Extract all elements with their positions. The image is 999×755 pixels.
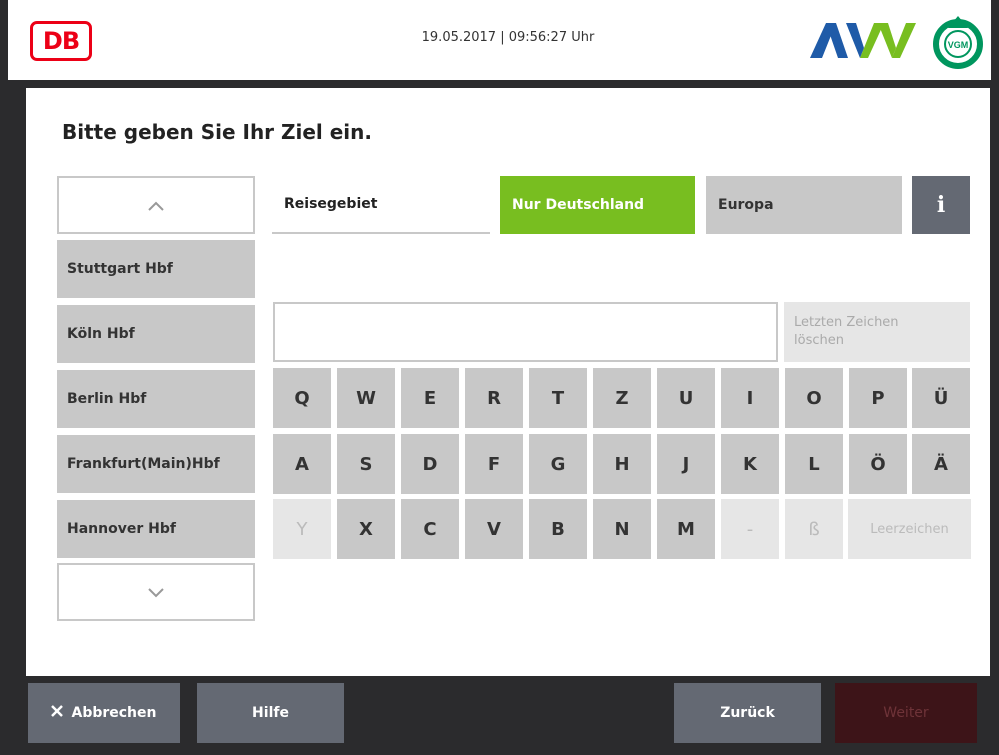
- key-e[interactable]: E: [401, 368, 459, 428]
- key-m[interactable]: M: [657, 499, 715, 559]
- chevron-down-icon: [147, 582, 165, 603]
- key-sz: ß: [785, 499, 843, 559]
- info-icon: i: [936, 192, 946, 218]
- destination-item[interactable]: Stuttgart Hbf: [57, 240, 255, 298]
- key-i[interactable]: I: [721, 368, 779, 428]
- vgm-logo-text: VGM: [948, 40, 969, 50]
- delete-label-line2: löschen: [794, 333, 844, 348]
- key-o[interactable]: O: [785, 368, 843, 428]
- db-logo: DB: [30, 21, 92, 61]
- key-h[interactable]: H: [593, 434, 651, 494]
- destination-item[interactable]: Köln Hbf: [57, 305, 255, 363]
- key-hyphen: -: [721, 499, 779, 559]
- header-separator: [8, 80, 991, 87]
- chevron-up-icon: [147, 195, 165, 216]
- key-j[interactable]: J: [657, 434, 715, 494]
- key-ue[interactable]: Ü: [912, 368, 970, 428]
- key-z[interactable]: Z: [593, 368, 651, 428]
- destination-search-input[interactable]: [273, 302, 778, 362]
- key-t[interactable]: T: [529, 368, 587, 428]
- key-g[interactable]: G: [529, 434, 587, 494]
- destination-item[interactable]: Hannover Hbf: [57, 500, 255, 558]
- key-a[interactable]: A: [273, 434, 331, 494]
- cancel-label: Abbrechen: [71, 705, 157, 721]
- key-s[interactable]: S: [337, 434, 395, 494]
- header-bar: DB 19.05.2017 | 09:56:27 Uhr VGM: [8, 0, 991, 80]
- help-button[interactable]: Hilfe: [197, 683, 344, 743]
- delete-last-char-button[interactable]: Letzten Zeichen löschen: [784, 302, 970, 362]
- key-d[interactable]: D: [401, 434, 459, 494]
- key-u[interactable]: U: [657, 368, 715, 428]
- key-l[interactable]: L: [785, 434, 843, 494]
- key-b[interactable]: B: [529, 499, 587, 559]
- key-q[interactable]: Q: [273, 368, 331, 428]
- key-f[interactable]: F: [465, 434, 523, 494]
- region-germany-button[interactable]: Nur Deutschland: [500, 176, 695, 234]
- destination-item[interactable]: Frankfurt(Main)Hbf: [57, 435, 255, 493]
- back-button[interactable]: Zurück: [674, 683, 821, 743]
- key-v[interactable]: V: [465, 499, 523, 559]
- delete-label-line1: Letzten Zeichen: [794, 315, 899, 330]
- key-y: Y: [273, 499, 331, 559]
- close-icon: [51, 705, 64, 721]
- info-button[interactable]: i: [912, 176, 970, 234]
- region-europe-button[interactable]: Europa: [706, 176, 902, 234]
- next-button: Weiter: [835, 683, 977, 743]
- page-title: Bitte geben Sie Ihr Ziel ein.: [62, 120, 372, 144]
- key-r[interactable]: R: [465, 368, 523, 428]
- key-k[interactable]: K: [721, 434, 779, 494]
- region-label: Reisegebiet: [272, 176, 490, 234]
- key-n[interactable]: N: [593, 499, 651, 559]
- key-ae[interactable]: Ä: [912, 434, 970, 494]
- key-space: Leerzeichen: [848, 499, 971, 559]
- scroll-down-button[interactable]: [57, 563, 255, 621]
- datetime-display: 19.05.2017 | 09:56:27 Uhr: [421, 30, 595, 45]
- key-x[interactable]: X: [337, 499, 395, 559]
- cancel-button[interactable]: Abbrechen: [28, 683, 180, 743]
- key-c[interactable]: C: [401, 499, 459, 559]
- key-oe[interactable]: Ö: [849, 434, 907, 494]
- scroll-up-button[interactable]: [57, 176, 255, 234]
- key-w[interactable]: W: [337, 368, 395, 428]
- key-p[interactable]: P: [849, 368, 907, 428]
- vgm-logo: VGM: [933, 16, 983, 69]
- avv-logo: [810, 23, 916, 58]
- destination-item[interactable]: Berlin Hbf: [57, 370, 255, 428]
